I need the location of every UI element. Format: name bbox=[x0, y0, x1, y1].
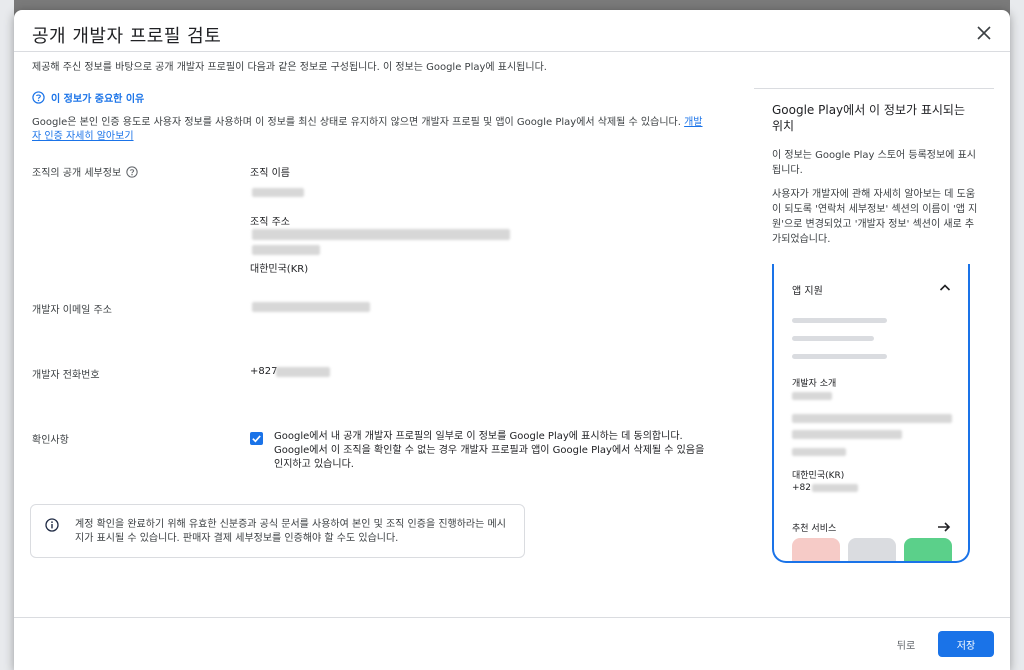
background-app-right bbox=[1010, 0, 1024, 670]
preview-section-title: 앱 지원 bbox=[792, 286, 823, 297]
consent-checkbox[interactable] bbox=[250, 432, 263, 445]
redacted-email bbox=[252, 302, 370, 312]
arrow-right-icon[interactable] bbox=[936, 519, 952, 535]
info-icon bbox=[45, 518, 59, 532]
recommended-app-tile[interactable] bbox=[904, 538, 952, 561]
close-button[interactable] bbox=[974, 23, 994, 43]
placeholder-line bbox=[792, 354, 887, 359]
background-app-left bbox=[0, 0, 14, 670]
recommended-app-tile[interactable] bbox=[848, 538, 896, 561]
verification-info-box: 계정 확인을 완료하기 위해 유효한 신분증과 공식 문서를 사용하여 본인 및… bbox=[30, 504, 525, 558]
email-label: 개발자 이메일 주소 bbox=[32, 305, 112, 316]
title-divider bbox=[14, 51, 1010, 52]
intro-text: 제공해 주신 정보를 바탕으로 공개 개발자 프로필이 다음과 같은 정보로 구… bbox=[32, 62, 547, 73]
help-icon bbox=[32, 91, 45, 104]
preview-country: 대한민국(KR) bbox=[792, 471, 845, 481]
redacted-phone bbox=[276, 367, 330, 377]
save-button[interactable]: 저장 bbox=[938, 631, 994, 657]
why-important-label: 이 정보가 중요한 이유 bbox=[51, 94, 145, 105]
verification-info-text: 계정 확인을 완료하기 위해 유효한 신분증과 공식 문서를 사용하여 본인 및… bbox=[75, 519, 506, 544]
redacted-preview-address-2 bbox=[792, 430, 902, 439]
redacted-preview-phone bbox=[812, 484, 858, 492]
preview-about-label: 개발자 소개 bbox=[792, 379, 837, 389]
preview-recommended: 추천 서비스 bbox=[792, 524, 837, 534]
google-description-text: Google은 본인 인증 용도로 사용자 정보를 사용하며 이 정보를 최신 … bbox=[32, 117, 681, 128]
redacted-org-name bbox=[252, 188, 304, 197]
redacted-preview-address-1 bbox=[792, 414, 952, 423]
why-important-link[interactable]: 이 정보가 중요한 이유 bbox=[32, 90, 144, 105]
back-button[interactable]: 뒤로 bbox=[882, 631, 930, 657]
org-address-label: 조직 주소 bbox=[250, 217, 290, 228]
chevron-up-icon[interactable] bbox=[938, 281, 952, 295]
org-details-label-text: 조직의 공개 세부정보 bbox=[32, 168, 122, 179]
org-details-label: 조직의 공개 세부정보 bbox=[32, 164, 138, 179]
sidebar-divider bbox=[754, 88, 994, 89]
phone-prefix: +827 bbox=[250, 366, 278, 377]
redacted-preview-name bbox=[792, 392, 832, 400]
help-icon[interactable] bbox=[126, 165, 138, 178]
org-country: 대한민국(KR) bbox=[250, 264, 309, 275]
sidebar-description-2: 사용자가 개발자에 관해 자세히 알아보는 데 도움이 되도록 '연락처 세부정… bbox=[772, 189, 978, 245]
dialog-title: 공개 개발자 프로필 검토 bbox=[32, 26, 222, 47]
sidebar-description-1: 이 정보는 Google Play 스토어 등록정보에 표시됩니다. bbox=[772, 150, 976, 176]
recommended-app-tile[interactable] bbox=[792, 538, 840, 561]
sidebar-heading: Google Play에서 이 정보가 표시되는 위치 bbox=[772, 103, 966, 133]
phone-label: 개발자 전화번호 bbox=[32, 370, 100, 381]
org-name-label: 조직 이름 bbox=[250, 168, 290, 179]
preview-phone-prefix: +82 bbox=[792, 483, 811, 493]
consent-text: Google에서 내 공개 개발자 프로필의 일부로 이 정보를 Google … bbox=[274, 431, 705, 470]
placeholder-line bbox=[792, 336, 874, 341]
redacted-address-line-2 bbox=[252, 245, 320, 255]
close-icon bbox=[977, 26, 991, 40]
google-description: Google은 본인 인증 용도로 사용자 정보를 사용하며 이 정보를 최신 … bbox=[32, 116, 704, 144]
confirm-label: 확인사항 bbox=[32, 435, 69, 446]
check-icon bbox=[252, 435, 261, 443]
store-listing-preview: 앱 지원 개발자 소개 대한민국(KR) +82 추천 서비스 bbox=[772, 264, 970, 563]
redacted-address-line-1 bbox=[252, 229, 510, 240]
review-profile-dialog: 공개 개발자 프로필 검토 제공해 주신 정보를 바탕으로 공개 개발자 프로필… bbox=[14, 10, 1010, 670]
redacted-preview-address-3 bbox=[792, 448, 846, 456]
placeholder-line bbox=[792, 318, 887, 323]
footer-divider bbox=[14, 617, 1010, 618]
